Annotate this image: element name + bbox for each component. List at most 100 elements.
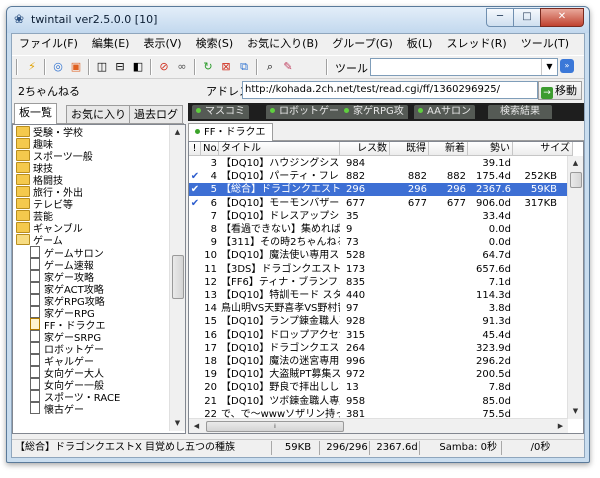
row-got — [390, 368, 427, 381]
tab-past-logs[interactable]: 過去ログ — [129, 105, 183, 123]
folder-icon — [16, 162, 30, 173]
row-res: 296 — [346, 184, 366, 196]
bookmark-icon[interactable]: ▣ — [68, 59, 84, 75]
globe-icon[interactable]: ◎ — [50, 59, 66, 75]
scroll-up-icon[interactable]: ▲ — [568, 156, 583, 171]
stop-icon[interactable]: ⊘ — [156, 59, 172, 75]
tree-board[interactable]: 懐古ゲー — [30, 402, 84, 416]
table-row[interactable]: ✔ 4 【DQ10】パーティ・フレンド・チームの墓所 882 882 882 175.4d 2… — [189, 170, 577, 183]
board-tab[interactable]: 検索結果 — [488, 105, 552, 119]
menu-tools[interactable]: ツール(T) — [514, 34, 576, 54]
next-icon[interactable]: ⧉ — [236, 59, 252, 75]
chevron-down-icon[interactable]: ▼ — [541, 59, 557, 75]
table-row[interactable]: 8 【看過できない】集めればいいだろ？コ 9 0.0d — [189, 223, 577, 236]
table-row[interactable]: 20 【DQ10】野良で拝出しして訪われた裸に 13 7.8d — [189, 381, 577, 394]
menu-file[interactable]: ファイル(F) — [12, 34, 85, 54]
table-row[interactable]: 17 【DQ10】ドラゴンクエストX パーティー募 264 323.9d — [189, 342, 577, 355]
column-header-no[interactable]: No. — [201, 142, 219, 156]
list-vscrollbar[interactable]: ▲ ▼ — [567, 156, 583, 419]
row-size — [513, 302, 557, 315]
row-got — [390, 315, 427, 328]
board-tab[interactable]: ロボットゲー — [266, 105, 343, 119]
column-header-mark[interactable]: ! — [189, 142, 201, 156]
move-button[interactable]: → 移動 — [538, 81, 582, 100]
tab-ff-dq[interactable]: FF・ドラクエ — [188, 123, 273, 141]
board-tab[interactable]: 家ゲRPG攻 — [340, 105, 408, 119]
column-header-new[interactable]: 新着 — [429, 142, 468, 156]
address-input[interactable]: http://kohada.2ch.net/test/read.cgi/ff/1… — [242, 81, 538, 99]
link-icon[interactable]: ∞ — [174, 59, 190, 75]
table-row[interactable]: 14 鳥山明VS天野喜孝VS野村哲也 97 3.8d — [189, 302, 577, 315]
folder-icon — [16, 186, 30, 197]
scroll-left-icon[interactable]: ◀ — [189, 419, 204, 433]
table-row[interactable]: 13 【DQ10】特訓モード スタンプ5個目 440 114.3d — [189, 289, 577, 302]
menu-thread[interactable]: スレッド(R) — [439, 34, 513, 54]
table-row[interactable]: 10 【DQ10】魔法使い専用スレ魔力+51 528 64.7d — [189, 249, 577, 262]
scroll-thumb[interactable] — [172, 255, 184, 299]
column-header-ikioi[interactable]: 勢い — [468, 142, 513, 156]
menu-bookmarks[interactable]: お気に入り(B) — [240, 34, 325, 54]
row-mark — [189, 223, 201, 236]
menu-group[interactable]: グループ(G) — [325, 34, 399, 54]
menu-board[interactable]: 板(L) — [400, 34, 440, 54]
tab-favorites[interactable]: お気に入り — [66, 105, 131, 123]
table-row[interactable]: 15 【DQ10】ランプ錬金職人専用スレ ★29 928 91.3d — [189, 315, 577, 328]
row-res: 315 — [346, 329, 366, 341]
row-size: 59KB — [530, 184, 557, 196]
row-size: 252KB — [524, 171, 557, 183]
maximize-button[interactable]: □ — [513, 8, 541, 27]
table-row[interactable]: 18 【DQ10】魔法の迷宮専用スレ 21階層 996 296.2d — [189, 355, 577, 368]
board-icon — [30, 330, 40, 342]
board-tab[interactable]: マスコミ — [192, 105, 249, 119]
close-thread-icon[interactable]: ⊠ — [218, 59, 234, 75]
layout2-icon[interactable]: ⊟ — [112, 59, 128, 75]
row-ikioi: 114.3d — [476, 290, 511, 301]
table-row[interactable]: 21 【DQ10】ツボ錬金職人専用スレ +28 958 85.0d — [189, 395, 577, 408]
table-row[interactable]: 9 【311】その時2ちゃんねるは･･･ 73 0.0d — [189, 236, 577, 249]
menu-view[interactable]: 表示(V) — [136, 34, 188, 54]
scroll-thumb[interactable] — [570, 172, 582, 188]
table-row[interactable]: 11 【3DS】ドラゴンクエスト7 エデンの戦士た 173 657.6d — [189, 263, 577, 276]
column-header-res[interactable]: レス数 — [340, 142, 390, 156]
column-header-size[interactable]: サイズ — [513, 142, 573, 156]
scroll-right-icon[interactable]: ▶ — [553, 419, 568, 433]
row-title: 【DQ10】野良で拝出しして訪われた裸に — [221, 382, 340, 394]
close-button[interactable]: ✕ — [540, 8, 584, 27]
table-row[interactable]: 19 【DQ10】大盗賊PT募集スレ きようと+61 972 200.5d — [189, 368, 577, 381]
layout3-icon[interactable]: ◧ — [130, 59, 146, 75]
minimize-button[interactable]: ─ — [486, 8, 514, 27]
row-ikioi: 657.6d — [476, 263, 511, 275]
table-row[interactable]: ✔ 6 【DQ10】モーモンバザー出品報告スレ 677 677 677 906.0d 317K… — [189, 197, 577, 210]
tree-scrollbar[interactable]: ▲ ▼ — [169, 125, 185, 431]
search-icon[interactable]: ⌕ — [262, 59, 278, 75]
tool-combobox[interactable]: ▼ — [370, 58, 558, 76]
title-bar[interactable]: ❀ twintail ver2.5.0.0 [10] ─ □ ✕ — [7, 7, 589, 33]
scroll-thumb[interactable]: ⁞ — [206, 421, 344, 432]
table-row[interactable]: 16 【DQ10】ドロップアクセサリー総合 2種 315 45.4d — [189, 329, 577, 342]
table-row[interactable]: 12 【FF6】ティナ・ブランフォードアンチスレ14 835 7.1d — [189, 276, 577, 289]
board-tab[interactable]: AAサロン — [414, 105, 475, 119]
scroll-down-icon[interactable]: ▼ — [170, 416, 185, 431]
menu-edit[interactable]: 編集(E) — [85, 34, 137, 54]
star-icon[interactable]: ⚡ — [24, 59, 40, 75]
refresh-icon[interactable]: ↻ — [200, 59, 216, 75]
column-header-title[interactable]: タイトル — [219, 142, 340, 156]
scroll-up-icon[interactable]: ▲ — [170, 125, 185, 140]
table-row[interactable]: 7 【DQ10】ドレスアップシステム 4着目 35 33.4d — [189, 210, 577, 223]
row-got: 677 — [407, 197, 427, 209]
board-icon — [30, 366, 40, 378]
row-res: 35 — [346, 210, 359, 222]
tab-board-list[interactable]: 板一覧 — [14, 103, 57, 124]
scroll-down-icon[interactable]: ▼ — [568, 404, 583, 419]
menu-search[interactable]: 検索(S) — [189, 34, 241, 54]
window-title: twintail ver2.5.0.0 [10] — [31, 13, 158, 26]
edit-icon[interactable]: ✎ — [280, 59, 296, 75]
double-chevron-icon[interactable]: » — [560, 59, 574, 73]
row-got — [390, 289, 427, 302]
column-header-got[interactable]: 既得 — [390, 142, 429, 156]
layout-icon[interactable]: ◫ — [94, 59, 110, 75]
row-no: 18 — [204, 356, 217, 367]
list-hscrollbar[interactable]: ◀ ⁞ ▶ — [189, 418, 568, 433]
table-row[interactable]: 3 【DQ10】ハウジングシステム 39丁目 984 39.1d — [189, 157, 577, 170]
table-row[interactable]: ✔ 5 【総合】ドラゴンクエストX 目覚めし五つ 296 296 296 2367.6 59K… — [189, 183, 577, 197]
